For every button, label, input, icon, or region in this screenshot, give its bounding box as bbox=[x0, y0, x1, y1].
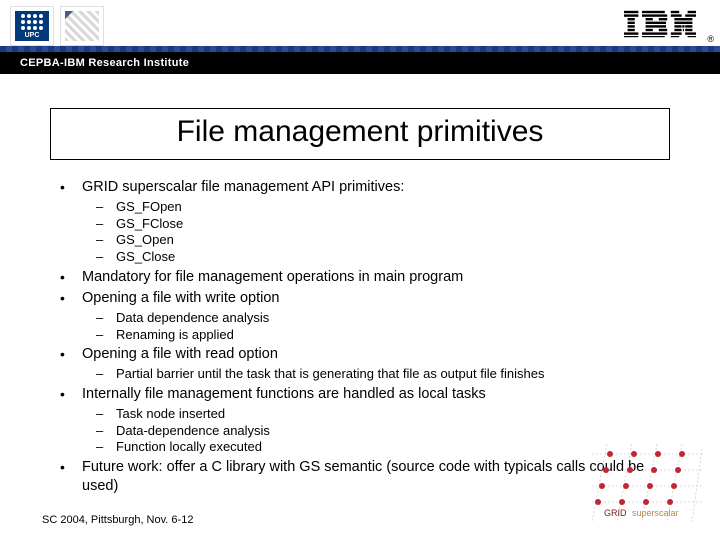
sub-bullet-item: GS_FOpen bbox=[82, 199, 666, 216]
slide-title-frame: File management primitives bbox=[50, 108, 670, 160]
sub-bullet-item: Renaming is applied bbox=[82, 327, 666, 344]
sub-bullet-item: Data dependence analysis bbox=[82, 310, 666, 327]
corner-caption: GRID bbox=[604, 508, 627, 518]
bullet-text: GRID superscalar file management API pri… bbox=[82, 179, 404, 195]
bullet-text: Mandatory for file management operations… bbox=[82, 269, 463, 285]
slide-footer: SC 2004, Pittsburgh, Nov. 6-12 bbox=[42, 514, 193, 526]
bullet-text: Internally file management functions are… bbox=[82, 386, 486, 402]
institute-bar: CEPBA-IBM Research Institute bbox=[0, 52, 720, 74]
left-logos: UPC bbox=[10, 6, 104, 46]
bullet-item: Mandatory for file management operations… bbox=[54, 268, 666, 287]
registered-mark: ® bbox=[707, 34, 714, 44]
ibm-logo bbox=[624, 10, 696, 43]
bullet-item: Future work: offer a C library with GS s… bbox=[54, 458, 666, 496]
sub-bullet-item: Data-dependence analysis bbox=[82, 423, 666, 440]
bsc-logo bbox=[60, 6, 104, 46]
institute-text: CEPBA-IBM Research Institute bbox=[20, 57, 189, 69]
bullet-text: Opening a file with write option bbox=[82, 290, 279, 306]
sub-bullet-item: GS_Close bbox=[82, 249, 666, 266]
top-banner: UPC bbox=[0, 0, 720, 74]
slide-title: File management primitives bbox=[51, 115, 669, 149]
grid-superscalar-graphic: GRID superscalar bbox=[592, 444, 702, 522]
sub-bullet-item: GS_Open bbox=[82, 232, 666, 249]
bullet-item: GRID superscalar file management API pri… bbox=[54, 178, 666, 266]
bullet-item: Opening a file with read option Partial b… bbox=[54, 345, 666, 383]
sub-bullet-item: Partial barrier until the task that is g… bbox=[82, 366, 666, 383]
sub-bullet-item: Function locally executed bbox=[82, 439, 666, 456]
sub-bullet-item: Task node inserted bbox=[82, 406, 666, 423]
upc-label: UPC bbox=[25, 32, 40, 39]
bullet-item: Opening a file with write option Data dep… bbox=[54, 289, 666, 343]
bullet-text: Future work: offer a C library with GS s… bbox=[82, 459, 644, 494]
bullet-item: Internally file management functions are… bbox=[54, 385, 666, 456]
slide-body: GRID superscalar file management API pri… bbox=[54, 178, 666, 496]
upc-logo: UPC bbox=[10, 6, 54, 46]
svg-text:superscalar: superscalar bbox=[632, 508, 679, 518]
bullet-text: Opening a file with read option bbox=[82, 346, 278, 362]
sub-bullet-item: GS_FClose bbox=[82, 216, 666, 233]
